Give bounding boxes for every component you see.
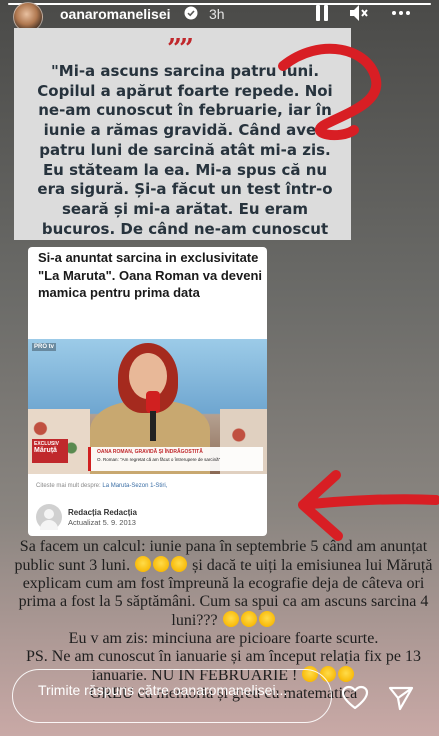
author-avatar — [36, 504, 62, 530]
laughing-emoji-icon — [222, 611, 239, 627]
verified-icon — [184, 6, 198, 20]
laughing-emoji-icon — [135, 556, 152, 572]
author-name: Redacția Redacția — [68, 508, 137, 517]
send-icon[interactable] — [387, 684, 415, 712]
lower-third-quote: O. Roman: "Am regretat că am făcut o înt… — [97, 457, 221, 462]
microphone-handle — [150, 411, 156, 441]
tv-still-image: PRO tv EXCLUSIV Măruță OANA ROMAN, GRAVI… — [28, 339, 267, 474]
read-more-line: Citeste mai mult despre: La Maruta-Sezon… — [36, 483, 167, 489]
username[interactable]: oanaromanelisei — [60, 6, 171, 22]
mute-icon[interactable] — [347, 2, 369, 24]
tv-brand-logo: PRO tv — [32, 343, 57, 351]
quote-mark-icon: ”” — [167, 34, 194, 64]
microphone-icon — [146, 391, 160, 413]
quote-card: ”” "Mi-a ascuns sarcina patru luni. Copi… — [14, 28, 351, 240]
pause-icon[interactable] — [311, 2, 333, 24]
reply-placeholder[interactable]: Trimite răspuns către oanaromanelisei... — [38, 682, 298, 699]
laughing-emoji-icon — [338, 666, 355, 682]
timestamp: 3h — [209, 6, 225, 22]
read-more-tags: La Maruta-Sezon 1-Stiri, — [102, 483, 168, 489]
lower-third: OANA ROMAN, GRAVIDĂ ȘI ÎNDRĂGOSTITĂ O. R… — [88, 447, 263, 471]
exclusive-badge: EXCLUSIV Măruță — [32, 439, 68, 463]
badge-line-2: Măruță — [34, 447, 57, 454]
more-icon[interactable] — [390, 2, 412, 24]
caption-paragraph-1: Sa facem un calcul: iunie pana în septem… — [14, 538, 433, 630]
article-title: Si-a anuntat sarcina in exclusivitate "L… — [38, 250, 263, 300]
lower-third-headline: OANA ROMAN, GRAVIDĂ ȘI ÎNDRĂGOSTITĂ — [97, 449, 203, 455]
read-more-label: Citeste mai mult despre: — [36, 483, 101, 489]
laughing-emoji-icon — [171, 556, 188, 572]
laughing-emoji-icon — [240, 611, 257, 627]
laughing-emoji-icon — [258, 611, 275, 627]
laughing-emoji-icon — [153, 556, 170, 572]
heart-icon[interactable] — [341, 684, 369, 712]
quote-text: "Mi-a ascuns sarcina patru luni. Copilul… — [37, 62, 333, 238]
article-screenshot: Si-a anuntat sarcina in exclusivitate "L… — [28, 247, 267, 536]
caption-paragraph-2: Eu v am zis: minciuna are picioare foart… — [68, 630, 379, 647]
article-date: Actualizat 5. 9. 2013 — [68, 518, 136, 527]
